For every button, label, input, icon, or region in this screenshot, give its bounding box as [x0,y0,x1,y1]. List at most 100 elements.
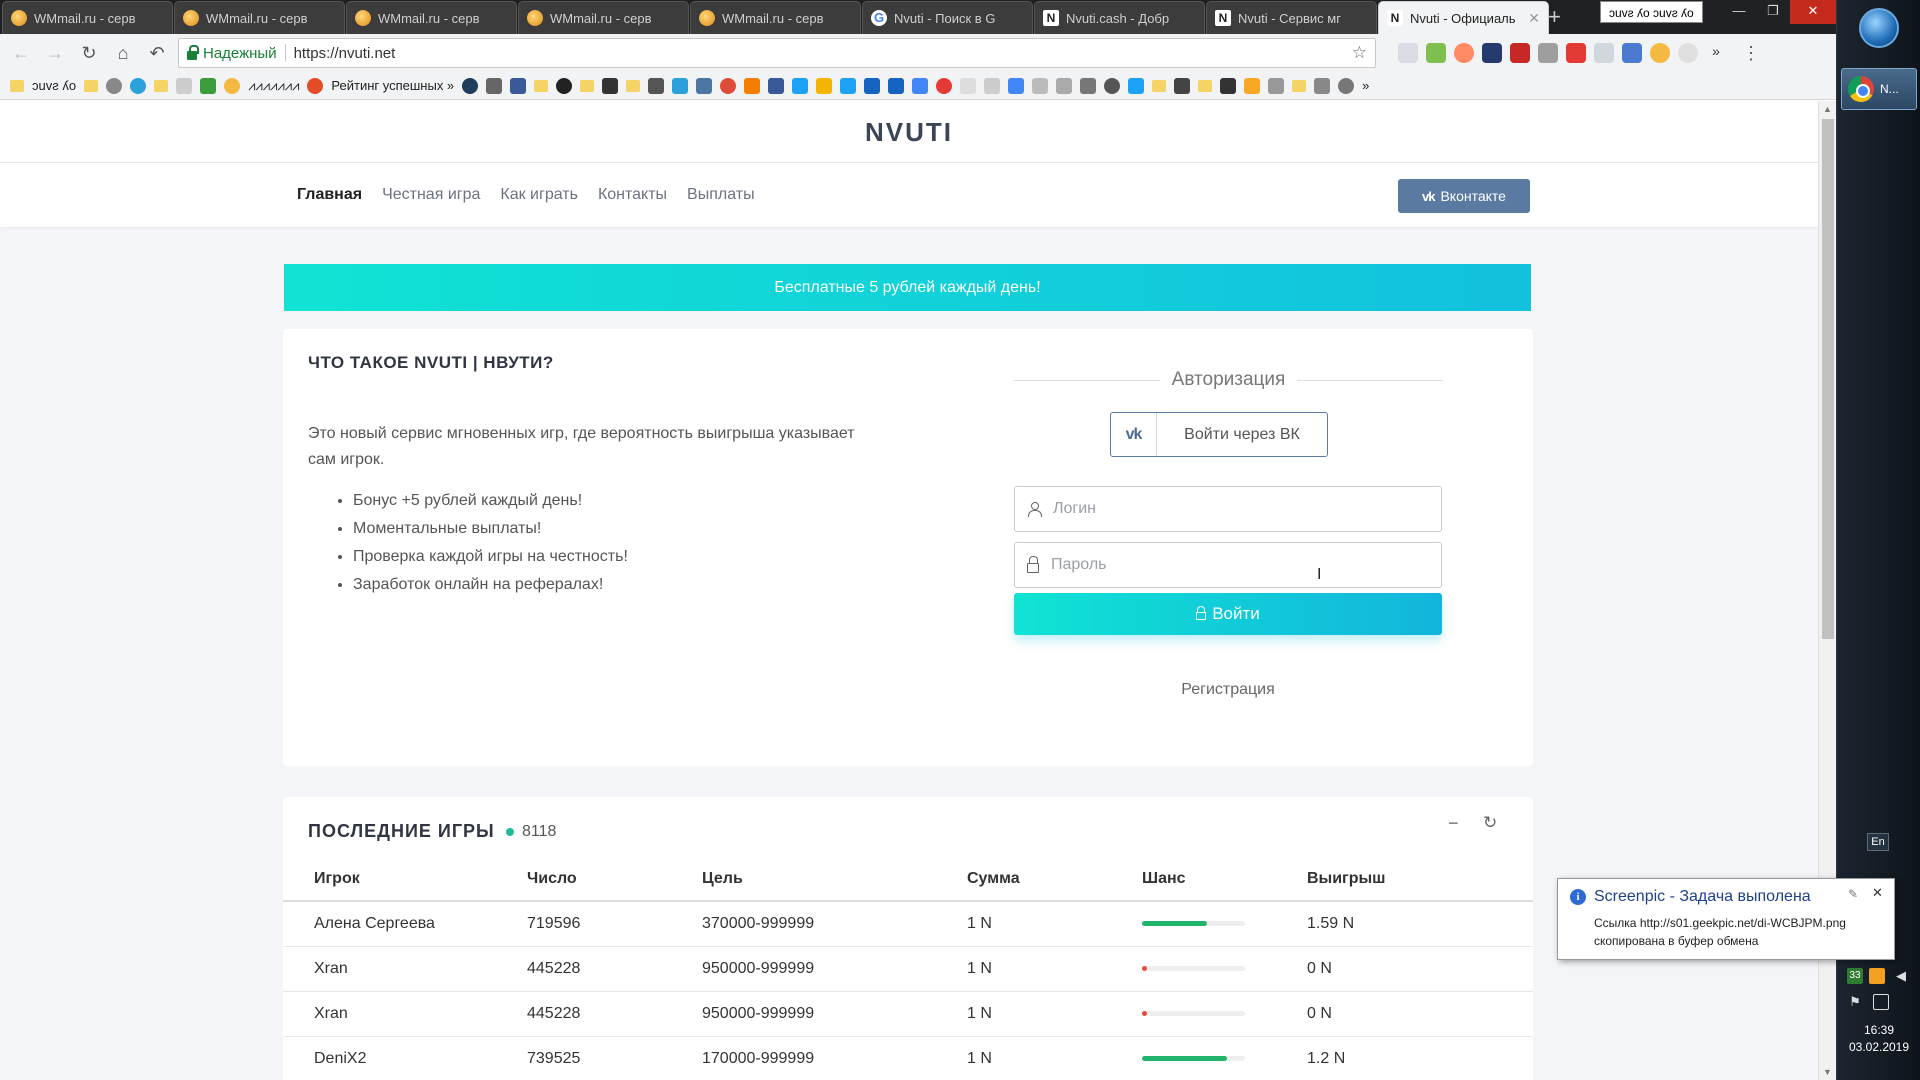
folder-icon[interactable] [626,79,641,92]
close-icon[interactable]: ✕ [1872,885,1883,901]
folder-icon[interactable] [154,79,169,92]
browser-tab[interactable]: WMmail.ru - серв [2,1,173,34]
back-button[interactable]: ← [6,38,36,68]
bookmark-icon[interactable] [1314,77,1331,94]
taskbar-chrome-button[interactable]: N... [1841,68,1917,110]
bookmark-icon[interactable] [486,77,503,94]
nav-link-payouts[interactable]: Выплаты [687,186,755,204]
secure-indicator[interactable]: Надежный [187,44,277,62]
telegram-icon[interactable] [130,77,147,94]
bookmark-icon[interactable] [106,77,123,94]
extension-icon[interactable] [1622,43,1642,63]
tray-badge-icon[interactable]: 33 [1847,968,1863,984]
bookmark-icon[interactable] [556,77,573,94]
password-input[interactable] [1051,556,1391,574]
extension-icon[interactable] [1650,43,1670,63]
nav-link-contacts[interactable]: Контакты [598,186,667,204]
login-field[interactable] [1014,486,1442,532]
register-link[interactable]: Регистрация [1014,681,1442,699]
nav-link-home[interactable]: Главная [297,186,362,204]
nav-link-fair-game[interactable]: Честная игра [382,186,480,204]
google-plus-icon[interactable] [720,77,737,94]
twitter-icon[interactable] [840,77,857,94]
language-indicator[interactable]: En [1867,833,1889,851]
password-field[interactable] [1014,542,1442,588]
promo-banner[interactable]: Бесплатные 5 рублей каждый день! [284,264,1531,311]
bookmark-icon[interactable] [1008,77,1025,94]
odnoklassniki-icon[interactable] [744,77,761,94]
folder-icon[interactable] [534,79,549,92]
bookmark-star-icon[interactable]: ☆ [1352,43,1367,63]
close-tab-icon[interactable]: ✕ [1528,10,1540,27]
scroll-up-arrow-icon[interactable]: ▲ [1823,104,1832,114]
checkmark-icon[interactable] [200,77,217,94]
undo-icon[interactable]: ↶ [142,38,172,68]
bookmark-icon[interactable] [1032,77,1049,94]
bookmark-icon[interactable] [176,77,193,94]
profile-button[interactable]: ɔuvƨ ʎo ɔuvƨ ʎo [1600,1,1703,23]
folder-icon[interactable] [580,79,595,92]
browser-tab[interactable]: G Nvuti - Поиск в G [862,1,1033,34]
browser-tab[interactable]: WMmail.ru - серв [690,1,861,34]
pin-icon[interactable]: ✎ [1848,887,1858,901]
extension-icon[interactable] [1594,43,1614,63]
address-bar[interactable]: Надежный https://nvuti.net ☆ [178,38,1376,68]
extension-icon[interactable] [1482,43,1502,63]
bookmarks-overflow-icon[interactable]: » [1362,78,1369,93]
youtube-icon[interactable] [936,77,953,94]
browser-tab[interactable]: N Nvuti.cash - Добр [1034,1,1205,34]
restore-window-button[interactable]: ❐ [1756,0,1790,24]
bookmark-icon[interactable] [960,77,977,94]
bookmark-icon[interactable] [1174,77,1191,94]
mail-icon[interactable] [816,77,833,94]
extension-icon[interactable] [1510,43,1530,63]
browser-tab[interactable]: WMmail.ru - серв [174,1,345,34]
mail-ru-icon[interactable] [864,77,881,94]
bookmark-icon[interactable] [1220,77,1237,94]
extension-icon[interactable] [1538,43,1558,63]
bookmark-icon[interactable] [1268,77,1285,94]
bookmark-icon[interactable] [462,77,479,94]
reload-button[interactable]: ↻ [74,38,104,68]
minimize-window-button[interactable]: — [1722,0,1756,24]
bookmark-item[interactable]: ⩘⩘⩘⩘⩘⩘⩘ [248,78,299,94]
translate-icon[interactable] [912,77,929,94]
vkontakte-button[interactable]: vk Вконтакте [1398,179,1530,213]
close-window-button[interactable]: ✕ [1790,0,1836,24]
site-logo[interactable]: NVUTI [0,101,1818,163]
new-tab-button[interactable]: + [1548,4,1561,30]
login-input[interactable] [1053,500,1393,518]
browser-tab[interactable]: WMmail.ru - серв [518,1,689,34]
twitter-icon[interactable] [1128,77,1145,94]
browser-tab[interactable]: N Nvuti - Сервис мг [1206,1,1377,34]
refresh-icon[interactable]: ↻ [1483,813,1497,833]
browser-menu-icon[interactable]: ⋮ [1742,43,1760,64]
mail-ru-icon[interactable] [888,77,905,94]
notification-popup[interactable]: i Screenpic - Задача выполена ✎ ✕ Ссылка… [1557,878,1895,960]
vk-icon[interactable] [696,77,713,94]
browser-tab[interactable]: WMmail.ru - серв [346,1,517,34]
extension-icon[interactable] [1426,43,1446,63]
folder-icon[interactable] [1292,79,1307,92]
facebook-icon[interactable] [768,77,785,94]
tray-app-icon[interactable] [1869,968,1885,984]
folder-icon[interactable] [1198,79,1213,92]
folder-icon[interactable] [84,79,99,92]
pencil-icon[interactable] [1244,77,1261,94]
bookmark-icon[interactable] [1056,77,1073,94]
telegram-icon[interactable] [672,77,689,94]
extension-icon[interactable] [1566,43,1586,63]
wmmail-icon[interactable] [224,77,241,94]
bookmark-icon[interactable] [1338,77,1355,94]
bookmark-icon[interactable] [984,77,1001,94]
volume-icon[interactable]: ◀ [1893,968,1909,984]
mail-icon[interactable] [510,77,527,94]
collapse-icon[interactable]: − [1448,813,1459,834]
browser-tab-active[interactable]: N Nvuti - Официаль ✕ [1378,1,1549,34]
scroll-down-arrow-icon[interactable]: ▼ [1823,1067,1832,1077]
network-icon[interactable] [1873,994,1889,1010]
vk-login-button[interactable]: vk Войти через ВК [1110,412,1328,457]
bookmark-item[interactable]: Рейтинг успешных » [331,78,454,93]
nav-link-how-to-play[interactable]: Как играть [500,186,578,204]
extension-icon[interactable] [1454,43,1474,63]
